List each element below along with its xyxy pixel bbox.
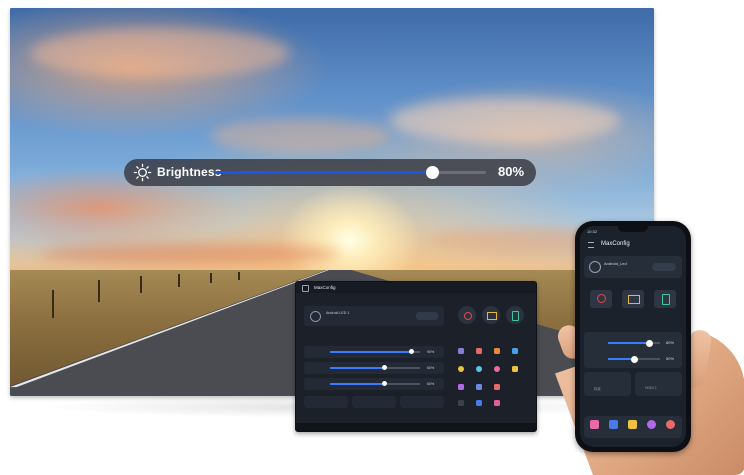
app-icon[interactable]: [476, 400, 482, 406]
fence-post: [210, 273, 212, 283]
remote-tile[interactable]: [654, 290, 676, 308]
app-icon[interactable]: [609, 420, 618, 429]
app-icon[interactable]: [647, 420, 656, 429]
tablet-tile[interactable]: [304, 396, 348, 408]
tablet-device: MaxConfig Android LED 1 90% 60% 60%: [295, 281, 537, 432]
brightness-slider[interactable]: [215, 166, 486, 179]
app-icon[interactable]: [458, 400, 464, 406]
tablet-device-card[interactable]: Android LED 1: [304, 306, 444, 326]
app-icon[interactable]: [476, 366, 482, 372]
picture-mode-value: 标准: [594, 387, 601, 391]
input-source-tile[interactable]: HDMI 2: [635, 372, 682, 396]
power-button[interactable]: [458, 306, 476, 324]
tablet-slider-row: 60%: [304, 362, 444, 374]
app-icon[interactable]: [458, 366, 464, 372]
status-time: 10:32: [587, 229, 598, 234]
phone-app-row: [584, 416, 682, 438]
screen-button[interactable]: [482, 306, 500, 324]
fence-post: [98, 280, 100, 302]
app-icon[interactable]: [494, 384, 500, 390]
app-icon[interactable]: [628, 420, 637, 429]
app-icon[interactable]: [494, 366, 500, 372]
brightness-label: Brightness: [157, 165, 222, 179]
cloud: [40, 243, 340, 265]
app-icon[interactable]: [458, 384, 464, 390]
tablet-device-name: Android LED 1: [326, 311, 350, 315]
phone-brightness-value: 80%: [666, 340, 675, 345]
phone-device-name: Android_Led: [604, 261, 627, 266]
menu-icon[interactable]: [588, 242, 594, 248]
phone-slider-card: 80% 50%: [584, 332, 682, 368]
tablet-app-title: MaxConfig: [314, 285, 336, 290]
app-icon[interactable]: [590, 420, 599, 429]
tablet-tile[interactable]: [352, 396, 396, 408]
tablet-slider-value: 90%: [427, 350, 435, 354]
tablet-volume-slider[interactable]: [330, 365, 420, 370]
phone-brightness-slider[interactable]: [608, 339, 660, 347]
app-icon[interactable]: [512, 348, 518, 354]
cloud: [210, 118, 390, 153]
fence-post: [140, 276, 142, 293]
tablet-brightness-slider[interactable]: [330, 349, 420, 354]
picture-mode-tile[interactable]: 标准: [584, 372, 631, 396]
brightness-slider-fill: [215, 171, 432, 174]
app-icon[interactable]: [494, 348, 500, 354]
tablet-slider-row: 90%: [304, 346, 444, 358]
phone-volume-slider[interactable]: [608, 355, 660, 363]
app-icon[interactable]: [458, 348, 464, 354]
phone-notch: [618, 226, 648, 232]
tablet-slider-value: 60%: [427, 382, 435, 386]
fence-post: [52, 290, 54, 318]
tablet-nav-bar: [296, 423, 536, 431]
check-icon: [310, 311, 321, 322]
fence-post: [178, 274, 180, 287]
app-icon[interactable]: [494, 400, 500, 406]
menu-icon[interactable]: [302, 285, 309, 292]
phone-device-card[interactable]: Android_Led: [584, 256, 682, 278]
tablet-slider-value: 60%: [427, 366, 435, 370]
tablet-color-slider[interactable]: [330, 381, 420, 386]
tablet-slider-row: 60%: [304, 378, 444, 390]
power-tile[interactable]: [590, 290, 612, 308]
app-icon[interactable]: [666, 420, 675, 429]
phone-volume-value: 50%: [666, 356, 675, 361]
phone-app-title: MaxConfig: [601, 241, 630, 247]
phone-screen: 10:32 MaxConfig Android_Led 80% 50% 标准 H…: [580, 226, 686, 447]
app-icon[interactable]: [476, 384, 482, 390]
switch-device-button[interactable]: [652, 263, 676, 271]
app-icon[interactable]: [476, 348, 482, 354]
tablet-app-bar: MaxConfig: [296, 282, 536, 293]
brightness-value: 80%: [498, 164, 525, 179]
check-icon: [589, 261, 601, 273]
app-icon[interactable]: [512, 366, 518, 372]
screen-tile[interactable]: [622, 290, 644, 308]
brightness-slider-handle[interactable]: [425, 166, 439, 179]
tablet-switch-button[interactable]: [416, 312, 438, 320]
cloud: [390, 98, 620, 143]
tablet-tile[interactable]: [400, 396, 444, 408]
sun-icon: [133, 163, 152, 182]
brightness-bar: Brightness 80%: [124, 159, 536, 186]
remote-button[interactable]: [506, 306, 524, 324]
input-source-value: HDMI 2: [645, 386, 657, 390]
fence-post: [238, 272, 240, 280]
cloud: [30, 28, 290, 78]
